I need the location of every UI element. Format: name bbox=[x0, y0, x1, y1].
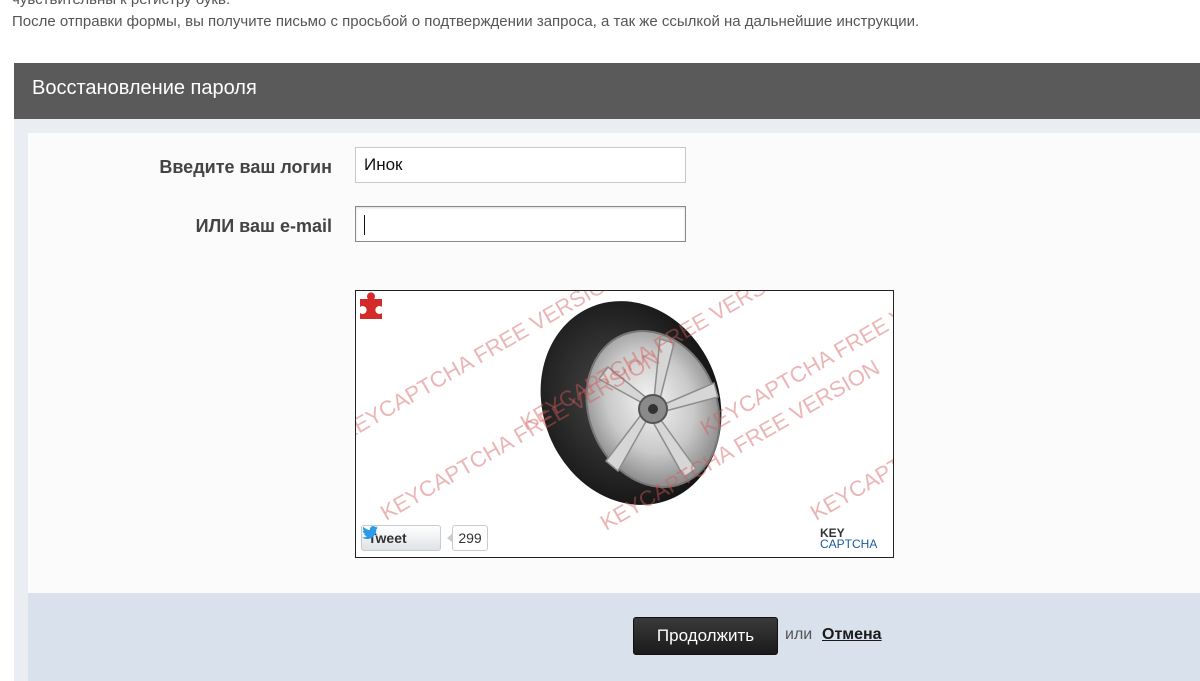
email-input[interactable] bbox=[355, 206, 686, 242]
email-label: ИЛИ ваш e-mail bbox=[195, 216, 332, 236]
keycaptcha-puzzle-icon bbox=[360, 292, 382, 319]
instruction-text: После отправки формы, вы получите письмо… bbox=[12, 13, 920, 30]
captcha-widget[interactable]: KEYCAPTCHA FREE VERSION KEYCAPTCHA FREE … bbox=[355, 290, 894, 558]
text-caret bbox=[364, 215, 365, 235]
logo-line-2: CAPTCHA bbox=[820, 537, 878, 551]
tweet-button[interactable]: Tweet bbox=[361, 525, 441, 551]
panel-header: Восстановление пароля bbox=[14, 63, 1200, 120]
panel-title: Восстановление пароля bbox=[32, 77, 257, 99]
keycaptcha-logo: KEY CAPTCHA bbox=[820, 527, 878, 551]
login-label: Введите ваш логин bbox=[159, 157, 332, 177]
cancel-link[interactable]: Отмена bbox=[822, 626, 882, 644]
form-footer bbox=[28, 593, 1200, 681]
tweet-count: 299 bbox=[447, 525, 488, 551]
continue-button[interactable]: Продолжить bbox=[633, 617, 778, 655]
captcha-image[interactable]: KEYCAPTCHA FREE VERSION KEYCAPTCHA FREE … bbox=[356, 291, 894, 558]
instruction-text-cutoff: чувствительны к регистру букв. bbox=[12, 0, 230, 8]
twitter-bird-icon bbox=[362, 526, 378, 539]
or-text: или bbox=[785, 626, 813, 643]
login-input[interactable] bbox=[355, 147, 686, 183]
